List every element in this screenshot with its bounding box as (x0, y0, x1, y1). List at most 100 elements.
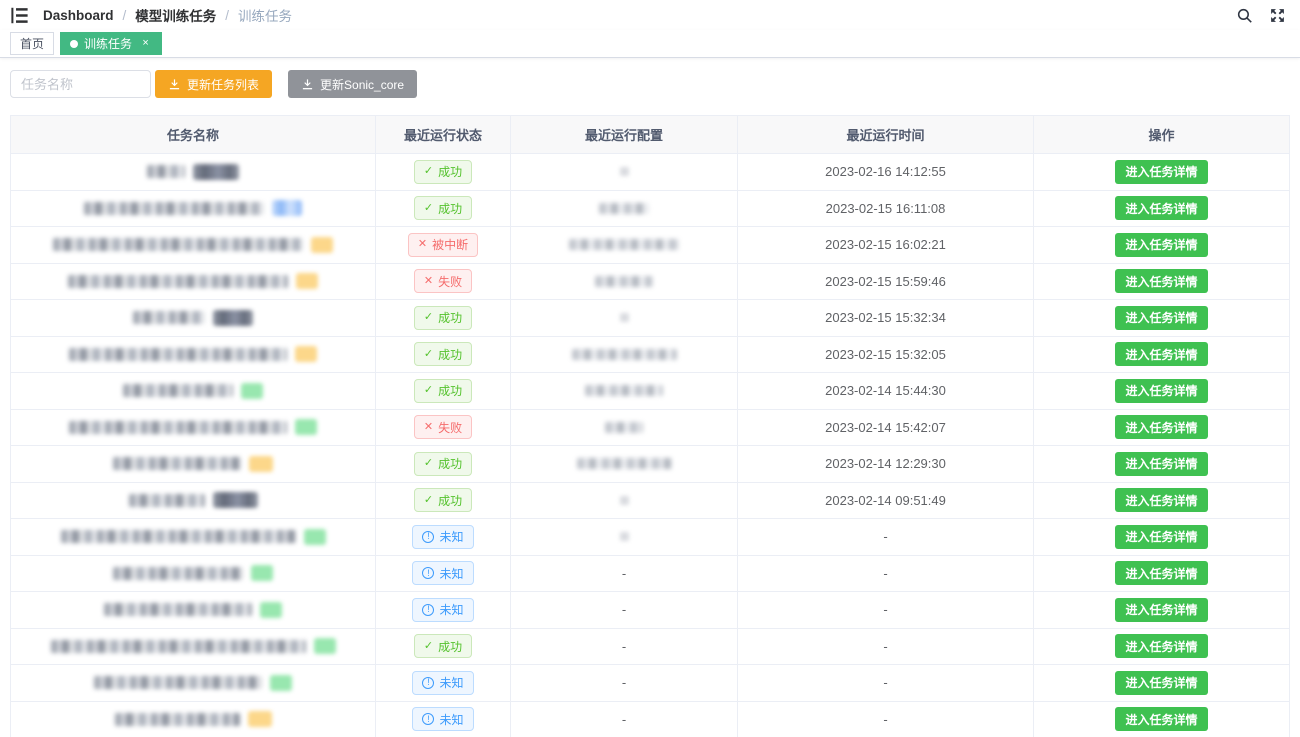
enter-task-detail-button[interactable]: 进入任务详情 (1115, 269, 1207, 293)
tab-home[interactable]: 首页 (10, 32, 54, 55)
enter-task-detail-button[interactable]: 进入任务详情 (1115, 306, 1207, 330)
column-header-last-run-status: 最近运行状态 (376, 116, 511, 153)
status-label: 成功 (438, 200, 462, 217)
check-icon: ✓ (424, 312, 433, 323)
breadcrumb-separator: / (123, 8, 127, 23)
status-badge-success: ✓成功 (414, 379, 472, 403)
redacted-config (585, 385, 663, 396)
config-cell (511, 337, 738, 373)
time-cell: - (738, 592, 1034, 628)
redacted-task-name (61, 530, 296, 543)
redacted-task-name (69, 421, 287, 434)
table-row: ✓成功2023-02-14 12:29:30进入任务详情 (11, 445, 1289, 482)
time-cell: 2023-02-16 14:12:55 (738, 154, 1034, 190)
config-cell (511, 264, 738, 300)
table-row: !未知-进入任务详情 (11, 518, 1289, 555)
toolbar: 更新任务列表 更新Sonic_core (10, 70, 1300, 98)
time-cell: 2023-02-15 16:02:21 (738, 227, 1034, 263)
status-cell: ✓成功 (376, 373, 511, 409)
status-cell: !未知 (376, 519, 511, 555)
table-row: ✓成功2023-02-14 15:44:30进入任务详情 (11, 372, 1289, 409)
navbar-right-tools (1236, 7, 1286, 24)
config-cell (511, 191, 738, 227)
status-label: 未知 (439, 601, 463, 618)
check-icon: ✓ (424, 203, 433, 214)
time-cell: 2023-02-14 15:42:07 (738, 410, 1034, 446)
table-row: ✓成功2023-02-16 14:12:55进入任务详情 (11, 153, 1289, 190)
column-header-task-name: 任务名称 (11, 116, 376, 153)
action-cell: 进入任务详情 (1034, 483, 1289, 519)
redacted-task-name (94, 676, 262, 689)
action-cell: 进入任务详情 (1034, 227, 1289, 263)
enter-task-detail-button[interactable]: 进入任务详情 (1115, 634, 1207, 658)
status-badge-interrupted: ✕被中断 (408, 233, 478, 257)
column-header-last-run-time: 最近运行时间 (738, 116, 1034, 153)
active-tab-dot (70, 40, 78, 48)
enter-task-detail-button[interactable]: 进入任务详情 (1115, 488, 1207, 512)
redacted-config (577, 458, 672, 469)
table-row: !未知--进入任务详情 (11, 701, 1289, 737)
breadcrumb-item[interactable]: 模型训练任务 (135, 5, 216, 25)
enter-task-detail-button[interactable]: 进入任务详情 (1115, 379, 1207, 403)
enter-task-detail-button[interactable]: 进入任务详情 (1115, 196, 1207, 220)
enter-task-detail-button[interactable]: 进入任务详情 (1115, 561, 1207, 585)
task-tag-dark (213, 492, 258, 508)
task-tag-dark (193, 164, 239, 180)
action-cell: 进入任务详情 (1034, 446, 1289, 482)
task-tag-green (241, 383, 263, 399)
task-name-input[interactable] (10, 70, 151, 98)
status-badge-success: ✓成功 (414, 306, 472, 330)
cross-icon: ✕ (424, 276, 433, 287)
config-cell (511, 227, 738, 263)
status-badge-failed: ✕ 失败 (414, 269, 472, 293)
task-tag-green (295, 419, 317, 435)
enter-task-detail-button[interactable]: 进入任务详情 (1115, 707, 1207, 731)
enter-task-detail-button[interactable]: 进入任务详情 (1115, 342, 1207, 366)
tab-training-tasks[interactable]: 训练任务 × (60, 32, 162, 55)
enter-task-detail-button[interactable]: 进入任务详情 (1115, 233, 1207, 257)
redacted-config (620, 532, 629, 541)
table-row: ✕被中断 2023-02-15 16:02:21 进入任务详情 (11, 226, 1289, 263)
check-icon: ✓ (424, 166, 433, 177)
redacted-config (599, 203, 649, 214)
table-row: ✕失败2023-02-14 15:42:07进入任务详情 (11, 409, 1289, 446)
table-row: ✕失败2023-02-15 15:59:46进入任务详情 (11, 263, 1289, 300)
task-tag-green (304, 529, 326, 545)
redacted-config (620, 496, 629, 505)
task-name-cell (11, 191, 376, 227)
enter-task-detail-button[interactable]: 进入任务详情 (1115, 525, 1207, 549)
config-cell: - (511, 556, 738, 592)
config-cell (511, 519, 738, 555)
task-tag-blue (272, 200, 302, 216)
time-cell: - (738, 556, 1034, 592)
update-sonic-core-label: 更新Sonic_core (320, 76, 404, 93)
check-icon: ✓ (424, 641, 433, 652)
fullscreen-icon[interactable] (1269, 7, 1286, 24)
status-label: 未知 (439, 565, 463, 582)
status-badge-success: ✓成功 (414, 452, 472, 476)
redacted-task-name (133, 311, 205, 324)
enter-task-detail-button[interactable]: 进入任务详情 (1115, 415, 1207, 439)
table-row: ✓成功2023-02-15 15:32:34进入任务详情 (11, 299, 1289, 336)
config-cell (511, 483, 738, 519)
cross-icon: ✕ (424, 422, 433, 433)
search-icon[interactable] (1236, 7, 1253, 24)
enter-task-detail-button[interactable]: 进入任务详情 (1115, 671, 1207, 695)
update-sonic-core-button[interactable]: 更新Sonic_core (288, 70, 417, 98)
enter-task-detail-button[interactable]: 进入任务详情 (1115, 452, 1207, 476)
tab-home-label: 首页 (20, 35, 44, 52)
task-tag-green (314, 638, 336, 654)
status-label: 失败 (438, 273, 462, 290)
table-row: ✓成功2023-02-14 09:51:49进入任务详情 (11, 482, 1289, 519)
status-label: 未知 (439, 674, 463, 691)
enter-task-detail-button[interactable]: 进入任务详情 (1115, 160, 1207, 184)
task-tag-green (270, 675, 292, 691)
enter-task-detail-button[interactable]: 进入任务详情 (1115, 598, 1207, 622)
update-task-list-button[interactable]: 更新任务列表 (155, 70, 272, 98)
status-label: 未知 (439, 711, 463, 728)
time-cell: - (738, 702, 1034, 737)
breadcrumb-item[interactable]: Dashboard (43, 8, 114, 23)
close-tab-icon[interactable]: × (139, 37, 152, 50)
sidebar-toggle-icon[interactable] (10, 7, 29, 24)
time-cell: - (738, 665, 1034, 701)
